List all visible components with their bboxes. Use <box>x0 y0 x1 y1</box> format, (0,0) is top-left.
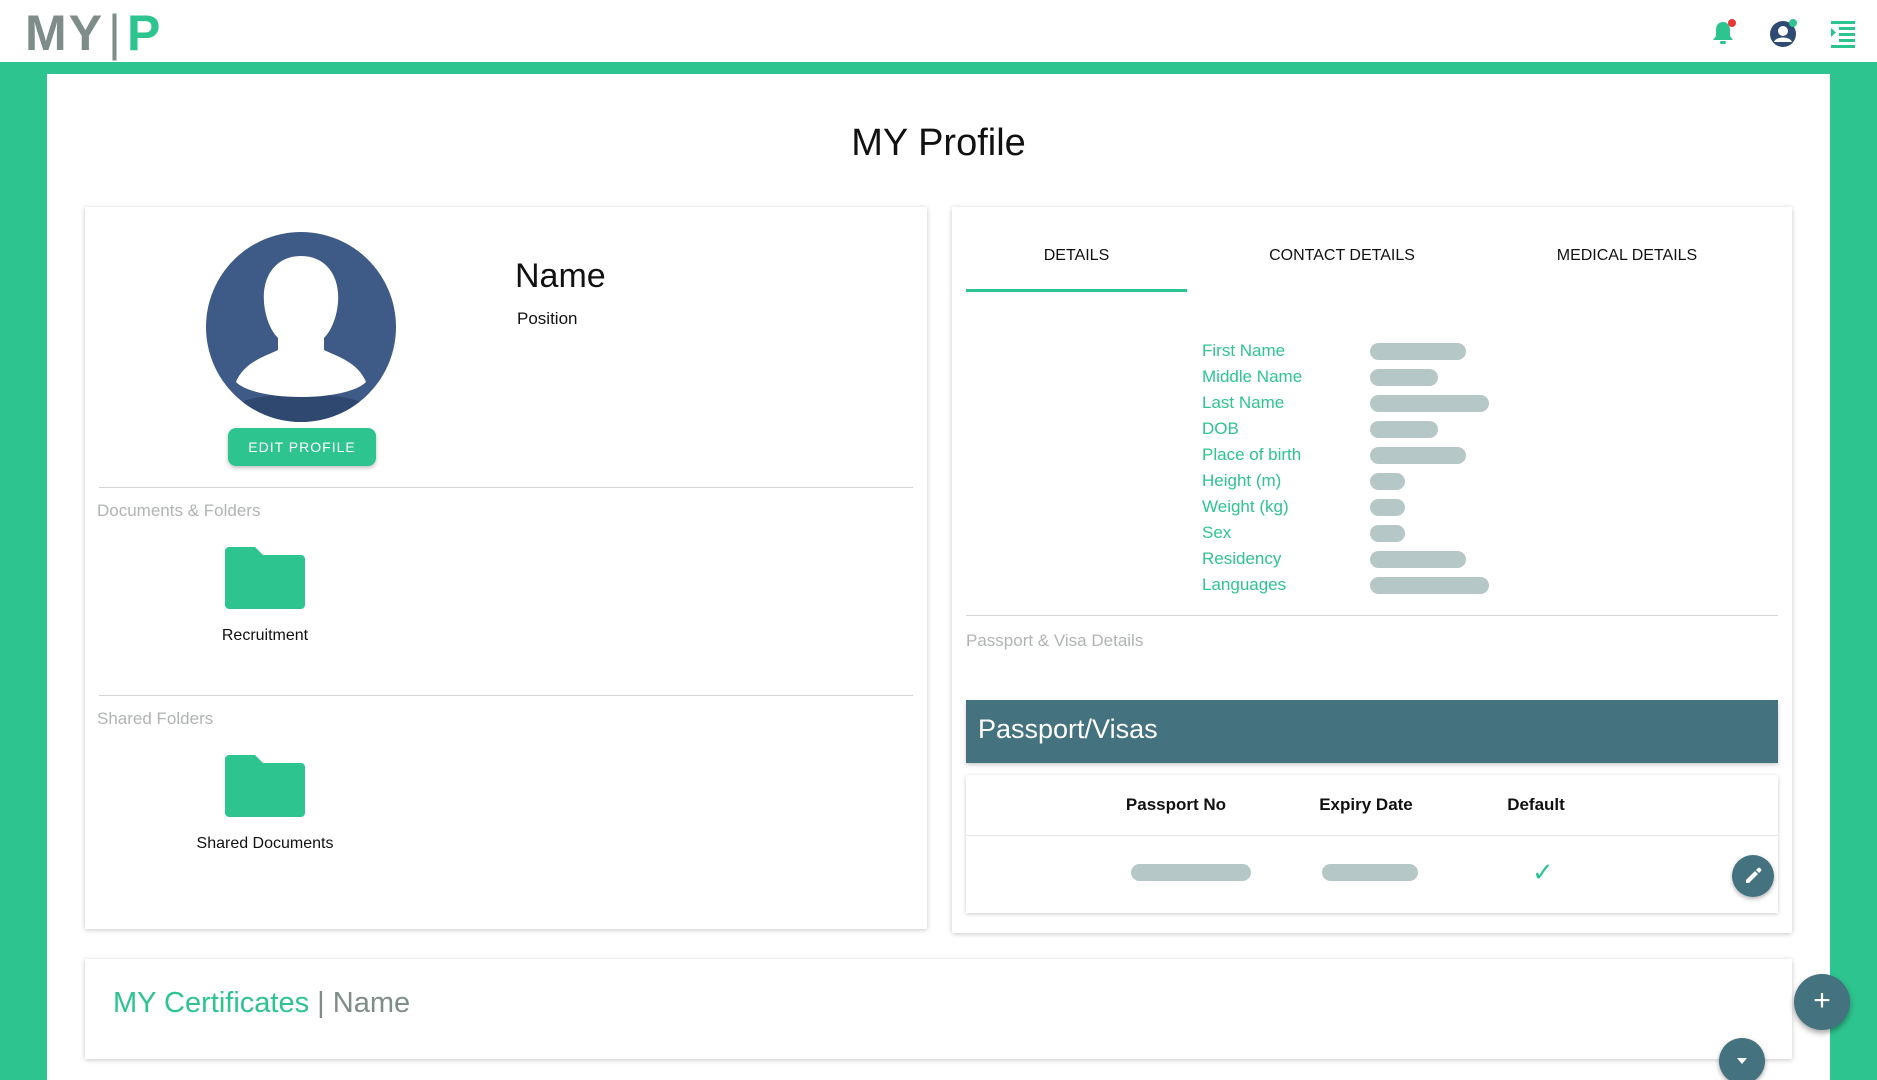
edit-profile-button[interactable]: EDIT PROFILE <box>228 428 376 466</box>
certificates-card: MY Certificates | Name <box>85 959 1792 1059</box>
divider <box>99 695 913 696</box>
certificates-title-prefix: MY Certificates <box>113 987 310 1019</box>
field-label-first-name: First Name <box>1202 341 1286 360</box>
passport-section-label: Passport & Visa Details <box>966 631 1144 650</box>
profile-position: Position <box>517 309 578 328</box>
details-card: DETAILS CONTACT DETAILS MEDICAL DETAILS … <box>952 207 1792 933</box>
logo-p: P <box>127 5 163 61</box>
tab-details[interactable]: DETAILS <box>966 247 1187 265</box>
field-label-height: Height (m) <box>1202 471 1282 490</box>
folder-recruitment[interactable]: Recruitment <box>190 545 340 645</box>
column-header-default: Default <box>1507 795 1565 814</box>
edit-passport-button[interactable] <box>1732 855 1774 897</box>
certificates-title-separator: | <box>317 987 325 1019</box>
person-icon <box>206 232 396 422</box>
tab-contact-details[interactable]: CONTACT DETAILS <box>1227 247 1457 265</box>
folder-icon <box>225 547 305 609</box>
passport-visas-header: Passport/Visas <box>966 700 1778 763</box>
divider <box>966 835 1778 836</box>
redacted-expiry-date <box>1322 864 1418 881</box>
bell-icon[interactable] <box>1706 16 1740 50</box>
redacted-value <box>1370 369 1438 386</box>
active-tab-indicator <box>966 289 1187 292</box>
caret-down-icon <box>1737 1058 1747 1064</box>
folder-label: Recruitment <box>221 627 309 644</box>
redacted-value <box>1370 577 1489 594</box>
field-label-last-name: Last Name <box>1202 393 1285 412</box>
field-label-residency: Residency <box>1202 549 1282 568</box>
pencil-icon <box>1746 867 1762 883</box>
field-label-weight: Weight (kg) <box>1202 497 1289 516</box>
documents-section-label: Documents & Folders <box>97 501 261 520</box>
folder-icon <box>225 755 305 817</box>
logo-separator: | <box>108 5 123 61</box>
column-header-expiry-date: Expiry Date <box>1319 795 1413 814</box>
menu-indent-icon[interactable] <box>1826 16 1860 50</box>
passport-table: Passport No Expiry Date Default ✓ <box>966 775 1778 913</box>
redacted-value <box>1370 343 1466 360</box>
redacted-value <box>1370 421 1438 438</box>
redacted-value <box>1370 473 1405 490</box>
redacted-value <box>1370 525 1405 542</box>
certificates-title: MY Certificates | Name <box>113 987 410 1020</box>
field-label-languages: Languages <box>1202 575 1287 594</box>
tab-medical-details[interactable]: MEDICAL DETAILS <box>1512 247 1742 265</box>
logo-my: MY <box>25 5 104 61</box>
divider <box>966 615 1778 616</box>
default-check-icon: ✓ <box>1532 857 1554 887</box>
profile-card: EDIT PROFILE Name Position Documents & F… <box>85 207 927 929</box>
redacted-value <box>1370 447 1466 464</box>
certificates-title-suffix: Name <box>332 987 411 1019</box>
page-title: MY Profile <box>851 122 1026 164</box>
account-icon[interactable] <box>1766 16 1800 50</box>
main-content: MY Profile EDIT PROFILE Name Position Do… <box>47 74 1830 1080</box>
shared-section-label: Shared Folders <box>97 709 214 728</box>
redacted-value <box>1370 395 1489 412</box>
app-logo[interactable]: MY|P <box>25 8 162 58</box>
divider <box>99 487 913 488</box>
add-button[interactable]: + <box>1794 974 1850 1030</box>
field-label-sex: Sex <box>1202 523 1232 542</box>
column-header-passport-no: Passport No <box>1125 795 1227 814</box>
top-bar: MY|P <box>0 0 1877 66</box>
redacted-passport-no <box>1131 864 1251 881</box>
redacted-value <box>1370 551 1466 568</box>
expand-button[interactable] <box>1719 1038 1765 1080</box>
passport-visas-title: Passport/Visas <box>978 714 1158 744</box>
folder-shared-documents[interactable]: Shared Documents <box>190 753 340 853</box>
field-label-dob: DOB <box>1202 419 1239 438</box>
profile-name: Name <box>515 257 606 295</box>
field-label-place-of-birth: Place of birth <box>1202 445 1302 464</box>
field-label-middle-name: Middle Name <box>1202 367 1303 386</box>
avatar <box>206 232 396 422</box>
redacted-value <box>1370 499 1405 516</box>
folder-label: Shared Documents <box>196 835 334 852</box>
